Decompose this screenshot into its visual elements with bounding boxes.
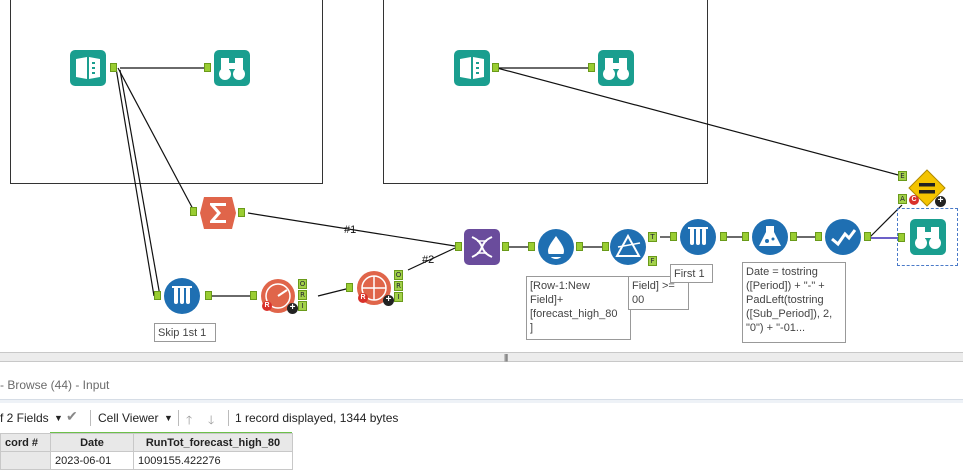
input-anchor[interactable] — [250, 291, 257, 300]
input-anchor[interactable] — [346, 283, 353, 292]
chevron-down-icon[interactable]: ▼ — [164, 413, 173, 423]
input-anchor[interactable] — [154, 291, 161, 300]
column-header-date[interactable]: Date — [50, 433, 134, 452]
toolbar-separator — [228, 410, 229, 426]
record-status: 1 record displayed, 1344 bytes — [235, 411, 399, 425]
book-icon — [454, 50, 490, 86]
multi-input-anchor[interactable] — [455, 242, 462, 251]
filter-true-anchor[interactable]: T — [648, 232, 657, 242]
results-toolbar: f 2 Fields ▼ ✔ Cell Viewer ▼ 🡑 🡓 1 recor… — [0, 408, 963, 428]
output-anchor[interactable] — [502, 242, 509, 251]
union-tool[interactable] — [464, 229, 500, 265]
sample-tool[interactable] — [164, 278, 200, 314]
input-anchor[interactable] — [815, 232, 822, 241]
date-cell[interactable]: 2023-06-01 — [50, 451, 134, 470]
test-tubes-icon — [680, 219, 716, 255]
formula-tool[interactable] — [752, 219, 788, 255]
splitter-grip[interactable]: ||| — [504, 353, 508, 362]
results-title: - Browse (44) - Input — [0, 378, 110, 392]
binoculars-icon — [214, 50, 250, 86]
column-header-record[interactable]: cord # — [0, 433, 51, 452]
output-anchor[interactable] — [576, 242, 583, 251]
results-panel: - Browse (44) - Input f 2 Fields ▼ ✔ Cel… — [0, 372, 963, 472]
input-anchor[interactable] — [670, 232, 677, 241]
dna-icon — [464, 229, 500, 265]
input-data-tool-1[interactable] — [70, 50, 106, 86]
panel-splitter[interactable]: ||| — [0, 352, 963, 362]
runtot-cell[interactable]: 1009155.422276 — [133, 451, 293, 470]
flask-icon — [752, 219, 788, 255]
join-anchor-o[interactable]: O — [394, 270, 403, 280]
output-anchor[interactable] — [720, 232, 727, 241]
add-connection-plus-icon[interactable]: + — [383, 295, 394, 306]
sigma-icon — [200, 197, 236, 229]
row-number-cell[interactable] — [0, 451, 51, 470]
results-divider — [0, 399, 963, 403]
macro-r-badge: R — [262, 301, 272, 311]
test-tubes-icon — [164, 278, 200, 314]
sample-first-tool[interactable] — [680, 219, 716, 255]
arrow-up-icon[interactable]: 🡑 — [186, 411, 192, 432]
chevron-down-icon[interactable]: ▼ — [54, 413, 63, 423]
join-anchor-r[interactable]: R — [298, 290, 307, 300]
input-anchor[interactable] — [190, 207, 197, 216]
join-anchor-i[interactable]: I — [394, 292, 403, 302]
water-drop-icon — [538, 229, 574, 265]
connection-label-1: #1 — [344, 224, 357, 236]
browse-tool-2[interactable] — [598, 50, 634, 86]
input-anchor[interactable] — [602, 242, 609, 251]
output-anchor[interactable] — [790, 232, 797, 241]
input-anchor[interactable] — [742, 232, 749, 241]
summarize-tool[interactable] — [200, 195, 236, 231]
browse-tool-1[interactable] — [214, 50, 250, 86]
join-anchor-o[interactable]: O — [298, 279, 307, 289]
input-anchor[interactable] — [204, 63, 211, 72]
test-anchor-a[interactable]: A — [898, 194, 907, 204]
fields-selector[interactable]: f 2 Fields — [0, 411, 49, 425]
add-connection-plus-icon[interactable]: + — [935, 196, 946, 207]
connection-label-2: #2 — [422, 254, 435, 266]
binoculars-icon — [910, 219, 946, 255]
annotation-first: First 1 — [670, 264, 713, 283]
filter-false-anchor[interactable]: F — [648, 256, 657, 266]
toolbar-separator — [90, 410, 91, 426]
toolbar-separator — [178, 410, 179, 426]
results-grid[interactable]: cord # Date RunTot_forecast_high_80 2023… — [0, 433, 293, 470]
annotation-skip: Skip 1st 1 — [154, 323, 216, 342]
input-anchor[interactable] — [588, 63, 595, 72]
annotation-formula-rowfield: [Row-1:New Field]+ [forecast_high_80 ] — [526, 276, 631, 340]
output-anchor[interactable] — [864, 232, 871, 241]
select-check-icon — [825, 219, 861, 255]
join-anchor-i[interactable]: I — [298, 301, 307, 311]
input-anchor[interactable] — [898, 233, 905, 242]
macro-r-badge: R — [358, 293, 368, 303]
test-c-badge: C — [909, 195, 919, 205]
book-icon — [70, 50, 106, 86]
input-data-tool-2[interactable] — [454, 50, 490, 86]
browse-tool-3[interactable] — [910, 219, 946, 255]
add-connection-plus-icon[interactable]: + — [287, 303, 298, 314]
annotation-date-formula: Date = tostring ([Period]) + "-" + PadLe… — [742, 262, 846, 343]
output-anchor[interactable] — [205, 291, 212, 300]
output-anchor[interactable] — [110, 63, 117, 72]
arrow-down-icon[interactable]: 🡓 — [208, 411, 214, 432]
filter-prism-icon — [610, 229, 646, 265]
cell-viewer-button[interactable]: Cell Viewer — [98, 411, 158, 425]
column-header-runtot[interactable]: RunTot_forecast_high_80 — [133, 433, 293, 452]
output-anchor[interactable] — [238, 208, 245, 217]
checkmark-icon[interactable]: ✔ — [66, 408, 78, 425]
filter-tool[interactable] — [610, 229, 646, 265]
multi-row-formula-tool[interactable] — [538, 229, 574, 265]
input-anchor[interactable] — [528, 242, 535, 251]
workflow-canvas[interactable]: Skip 1st 1 R + O R I R + O R I #1 #2 [Ro… — [0, 0, 963, 352]
output-anchor[interactable] — [492, 63, 499, 72]
select-tool[interactable] — [825, 219, 861, 255]
table-row[interactable]: 2023-06-01 1009155.422276 — [0, 451, 293, 470]
test-anchor-e[interactable]: E — [898, 171, 907, 181]
join-anchor-r[interactable]: R — [394, 281, 403, 291]
binoculars-icon — [598, 50, 634, 86]
